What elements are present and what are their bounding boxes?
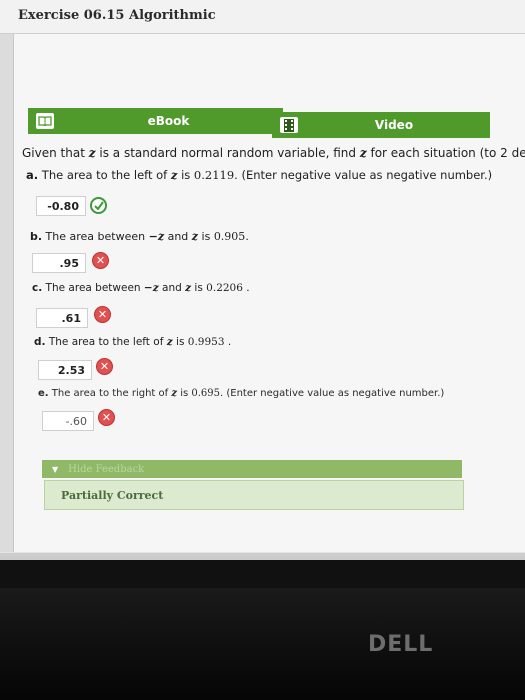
x-circle-icon: ✕ <box>92 252 109 269</box>
left-sidebar <box>0 34 14 560</box>
ebook-label: eBook <box>147 114 190 128</box>
question-prompt: Given that z is a standard normal random… <box>22 146 525 160</box>
page-title: Exercise 06.15 Algorithmic <box>18 8 216 23</box>
video-label: Video <box>374 118 414 132</box>
taskbar: e <box>0 552 525 560</box>
hide-feedback-toggle[interactable]: ▼ Hide Feedback <box>42 460 462 478</box>
part-c-text: c. The area between −z and z is 0.2206 . <box>32 282 250 294</box>
triangle-down-icon: ▼ <box>52 464 59 474</box>
film-icon <box>280 117 298 133</box>
ebook-button[interactable]: eBook <box>28 108 283 134</box>
video-button[interactable]: Video <box>272 112 490 138</box>
part-e-answer-input[interactable]: -.60 <box>42 411 94 431</box>
part-b-text: b. The area between −z and z is 0.905. <box>30 230 249 243</box>
part-a-answer-input[interactable]: -0.80 <box>36 196 86 216</box>
part-a-text: a. The area to the left of z is 0.2119. … <box>26 168 493 182</box>
part-e-text: e. The area to the right of z is 0.695. … <box>38 388 445 399</box>
x-circle-icon: ✕ <box>98 409 115 426</box>
feedback-result: Partially Correct <box>44 480 464 510</box>
x-circle-icon: ✕ <box>94 306 111 323</box>
x-circle-icon: ✕ <box>96 358 113 375</box>
part-d-text: d. The area to the left of z is 0.9953 . <box>34 336 232 348</box>
check-circle-icon <box>90 197 107 214</box>
dell-logo: DELL <box>368 632 434 657</box>
page-header: Exercise 06.15 Algorithmic <box>0 0 525 34</box>
part-d-answer-input[interactable]: 2.53 <box>38 360 92 380</box>
part-b-answer-input[interactable]: .95 <box>32 253 86 273</box>
book-icon <box>36 113 54 129</box>
feedback-toggle-label: Hide Feedback <box>68 463 145 475</box>
screen: Exercise 06.15 Algorithmic eBook Video G… <box>0 0 525 560</box>
laptop-bezel: DELL <box>0 588 525 700</box>
edge-browser-icon[interactable]: e <box>202 556 218 560</box>
content-panel: eBook Video Given that z is a standard n… <box>14 34 525 560</box>
part-c-answer-input[interactable]: .61 <box>36 308 88 328</box>
